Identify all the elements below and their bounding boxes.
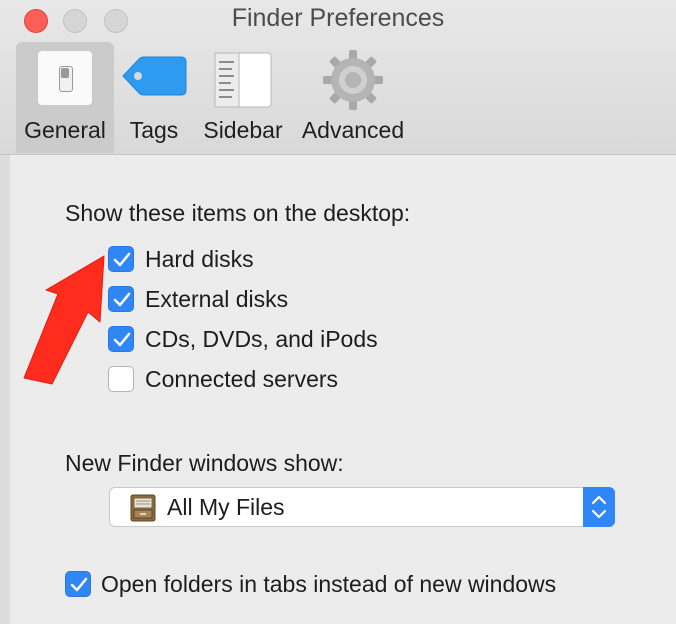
tab-general[interactable]: General (16, 42, 114, 153)
external-disks-checkbox[interactable] (108, 286, 134, 312)
hard-disks-checkbox[interactable] (108, 246, 134, 272)
tag-icon (121, 56, 187, 101)
up-down-chevron-icon (591, 495, 607, 519)
checkmark-icon (70, 577, 88, 592)
popup-selected-value: All My Files (167, 494, 285, 520)
tab-tags-label: Tags (129, 117, 179, 143)
new-finder-windows-heading: New Finder windows show: (65, 450, 344, 476)
title-toolbar: Finder Preferences General Tags Sidebar … (0, 0, 676, 155)
desktop-items-heading: Show these items on the desktop: (65, 200, 411, 226)
hard-disks-label: Hard disks (145, 246, 254, 272)
connected-servers-label: Connected servers (145, 366, 339, 392)
cds-dvds-ipods-label: CDs, DVDs, and iPods (145, 326, 378, 352)
checkmark-icon (113, 332, 131, 347)
gear-icon (321, 48, 385, 117)
open-folders-in-tabs-checkbox[interactable] (65, 571, 91, 597)
connected-servers-checkbox[interactable] (108, 366, 134, 392)
popup-chevrons[interactable] (583, 487, 615, 527)
tab-tags[interactable]: Tags (114, 42, 194, 153)
open-folders-in-tabs-label: Open folders in tabs instead of new wind… (101, 571, 557, 597)
external-disks-label: External disks (145, 286, 289, 312)
cds-dvds-ipods-checkbox[interactable] (108, 326, 134, 352)
general-switch-icon (37, 50, 93, 106)
tab-sidebar[interactable]: Sidebar (196, 42, 290, 153)
tab-sidebar-label: Sidebar (203, 117, 283, 143)
window-title: Finder Preferences (231, 4, 445, 32)
checkmark-icon (113, 252, 131, 267)
sidebar-icon (214, 52, 272, 113)
checkmark-icon (113, 292, 131, 307)
tab-advanced[interactable]: Advanced (296, 42, 410, 153)
file-cabinet-icon (128, 493, 158, 528)
tab-advanced-label: Advanced (301, 117, 405, 143)
new-finder-windows-popup[interactable]: All My Files (109, 487, 615, 527)
tab-general-label: General (24, 117, 106, 143)
annotation-arrow-icon (18, 250, 108, 390)
